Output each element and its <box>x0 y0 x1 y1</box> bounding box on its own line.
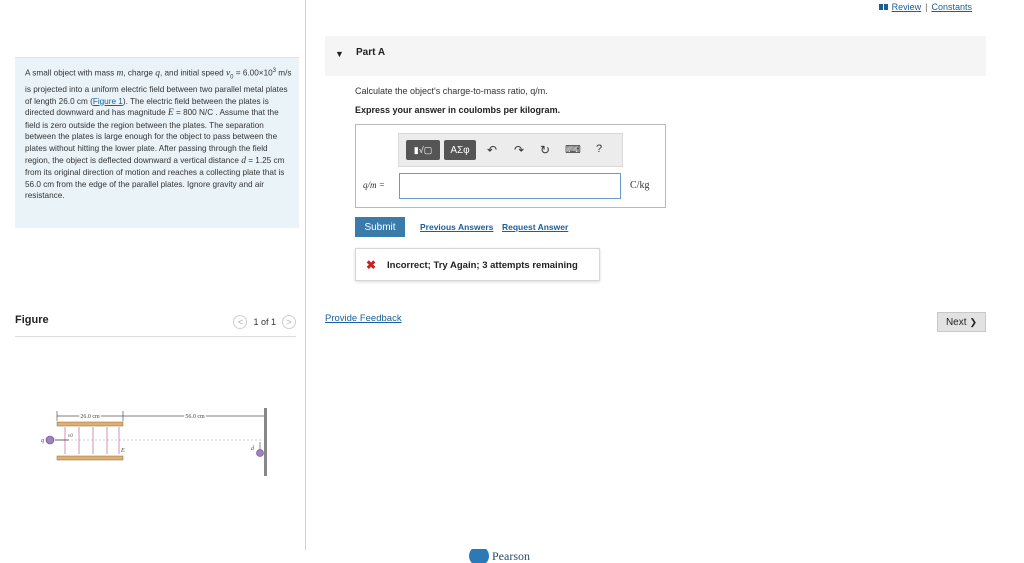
upper-plate <box>56 421 124 427</box>
part-label: Part A <box>356 47 386 58</box>
feedback-message: ✖ Incorrect; Try Again; 3 attempts remai… <box>355 248 600 281</box>
review-link[interactable]: Review <box>892 2 922 12</box>
field-label: E <box>120 448 125 454</box>
chevron-right-icon: ❯ <box>969 316 978 327</box>
answer-input[interactable] <box>399 173 621 199</box>
figure-pager: < 1 of 1 > <box>233 314 296 330</box>
request-answer-link[interactable]: Request Answer <box>502 222 568 232</box>
next-label: Next <box>945 316 967 328</box>
constants-link[interactable]: Constants <box>931 2 972 12</box>
equation-label: q/m = <box>363 180 385 190</box>
pearson-logo-icon <box>469 549 489 563</box>
provide-feedback-link[interactable]: Provide Feedback <box>325 313 402 324</box>
parallel-plates-figure: 26.0 cm 56.0 cm E q v0 d <box>41 408 267 476</box>
collecting-plate <box>264 408 267 476</box>
redo-icon[interactable]: ↷ <box>514 143 524 157</box>
figure-link[interactable]: Figure 1 <box>93 97 123 106</box>
unit-label: C/kg <box>630 180 650 191</box>
problem-text: A small object with mass <box>25 68 117 78</box>
left-panel: A small object with mass m, charge q, an… <box>0 0 306 562</box>
answer-box: ▮√▢ ΑΣφ ↶ ↷ ↻ ⌨ ? q/m = C/kg <box>355 124 666 208</box>
brand-name: Pearson <box>492 549 530 563</box>
lower-plate <box>56 455 124 461</box>
collapse-triangle-icon[interactable]: ▼ <box>335 49 344 59</box>
previous-answers-link[interactable]: Previous Answers <box>420 222 493 232</box>
charge-label: q <box>41 438 44 444</box>
undo-icon[interactable]: ↶ <box>487 143 497 157</box>
top-links: Review | Constants <box>878 2 972 12</box>
problem-text: , charge <box>123 68 156 78</box>
answer-instruction: Express your answer in coulombs per kilo… <box>355 105 561 115</box>
problem-text: , and initial speed <box>159 68 226 78</box>
greek-symbols-button[interactable]: ΑΣφ <box>444 140 476 160</box>
field-lines <box>64 427 120 454</box>
feedback-text: Incorrect; Try Again; 3 attempts remaini… <box>387 260 578 271</box>
reset-icon[interactable]: ↻ <box>540 143 550 157</box>
figure-header: Figure < 1 of 1 > <box>15 312 296 337</box>
prev-figure-button[interactable]: < <box>233 315 248 329</box>
deflection-label: d <box>251 446 255 452</box>
problem-text: = 6.00×10 <box>233 68 273 78</box>
help-icon[interactable]: ? <box>596 143 602 155</box>
pearson-brand: Pearson <box>469 549 530 563</box>
templates-button[interactable]: ▮√▢ <box>406 140 440 160</box>
submit-button[interactable]: Submit <box>355 217 405 237</box>
question-text: Calculate the object's charge-to-mass ra… <box>355 86 548 96</box>
error-icon: ✖ <box>366 258 377 272</box>
figure-page-indicator: 1 of 1 <box>253 317 276 327</box>
problem-statement: A small object with mass m, charge q, an… <box>15 57 299 228</box>
math-toolbar: ▮√▢ ΑΣφ ↶ ↷ ↻ ⌨ ? <box>398 133 623 167</box>
deflected-object <box>256 449 264 457</box>
charged-object <box>45 435 55 445</box>
figure-title: Figure <box>15 314 49 326</box>
part-a-header[interactable]: ▼ Part A <box>325 36 986 76</box>
panel-divider <box>305 0 306 550</box>
link-separator: | <box>925 2 928 12</box>
keyboard-icon[interactable]: ⌨ <box>565 143 581 156</box>
plate-length-label: 26.0 cm <box>80 414 100 420</box>
velocity-label: v0 <box>68 434 73 439</box>
review-icon <box>878 4 888 10</box>
next-button[interactable]: Next ❯ <box>937 312 986 332</box>
distance-label: 56.0 cm <box>185 414 205 420</box>
next-figure-button[interactable]: > <box>282 315 296 329</box>
